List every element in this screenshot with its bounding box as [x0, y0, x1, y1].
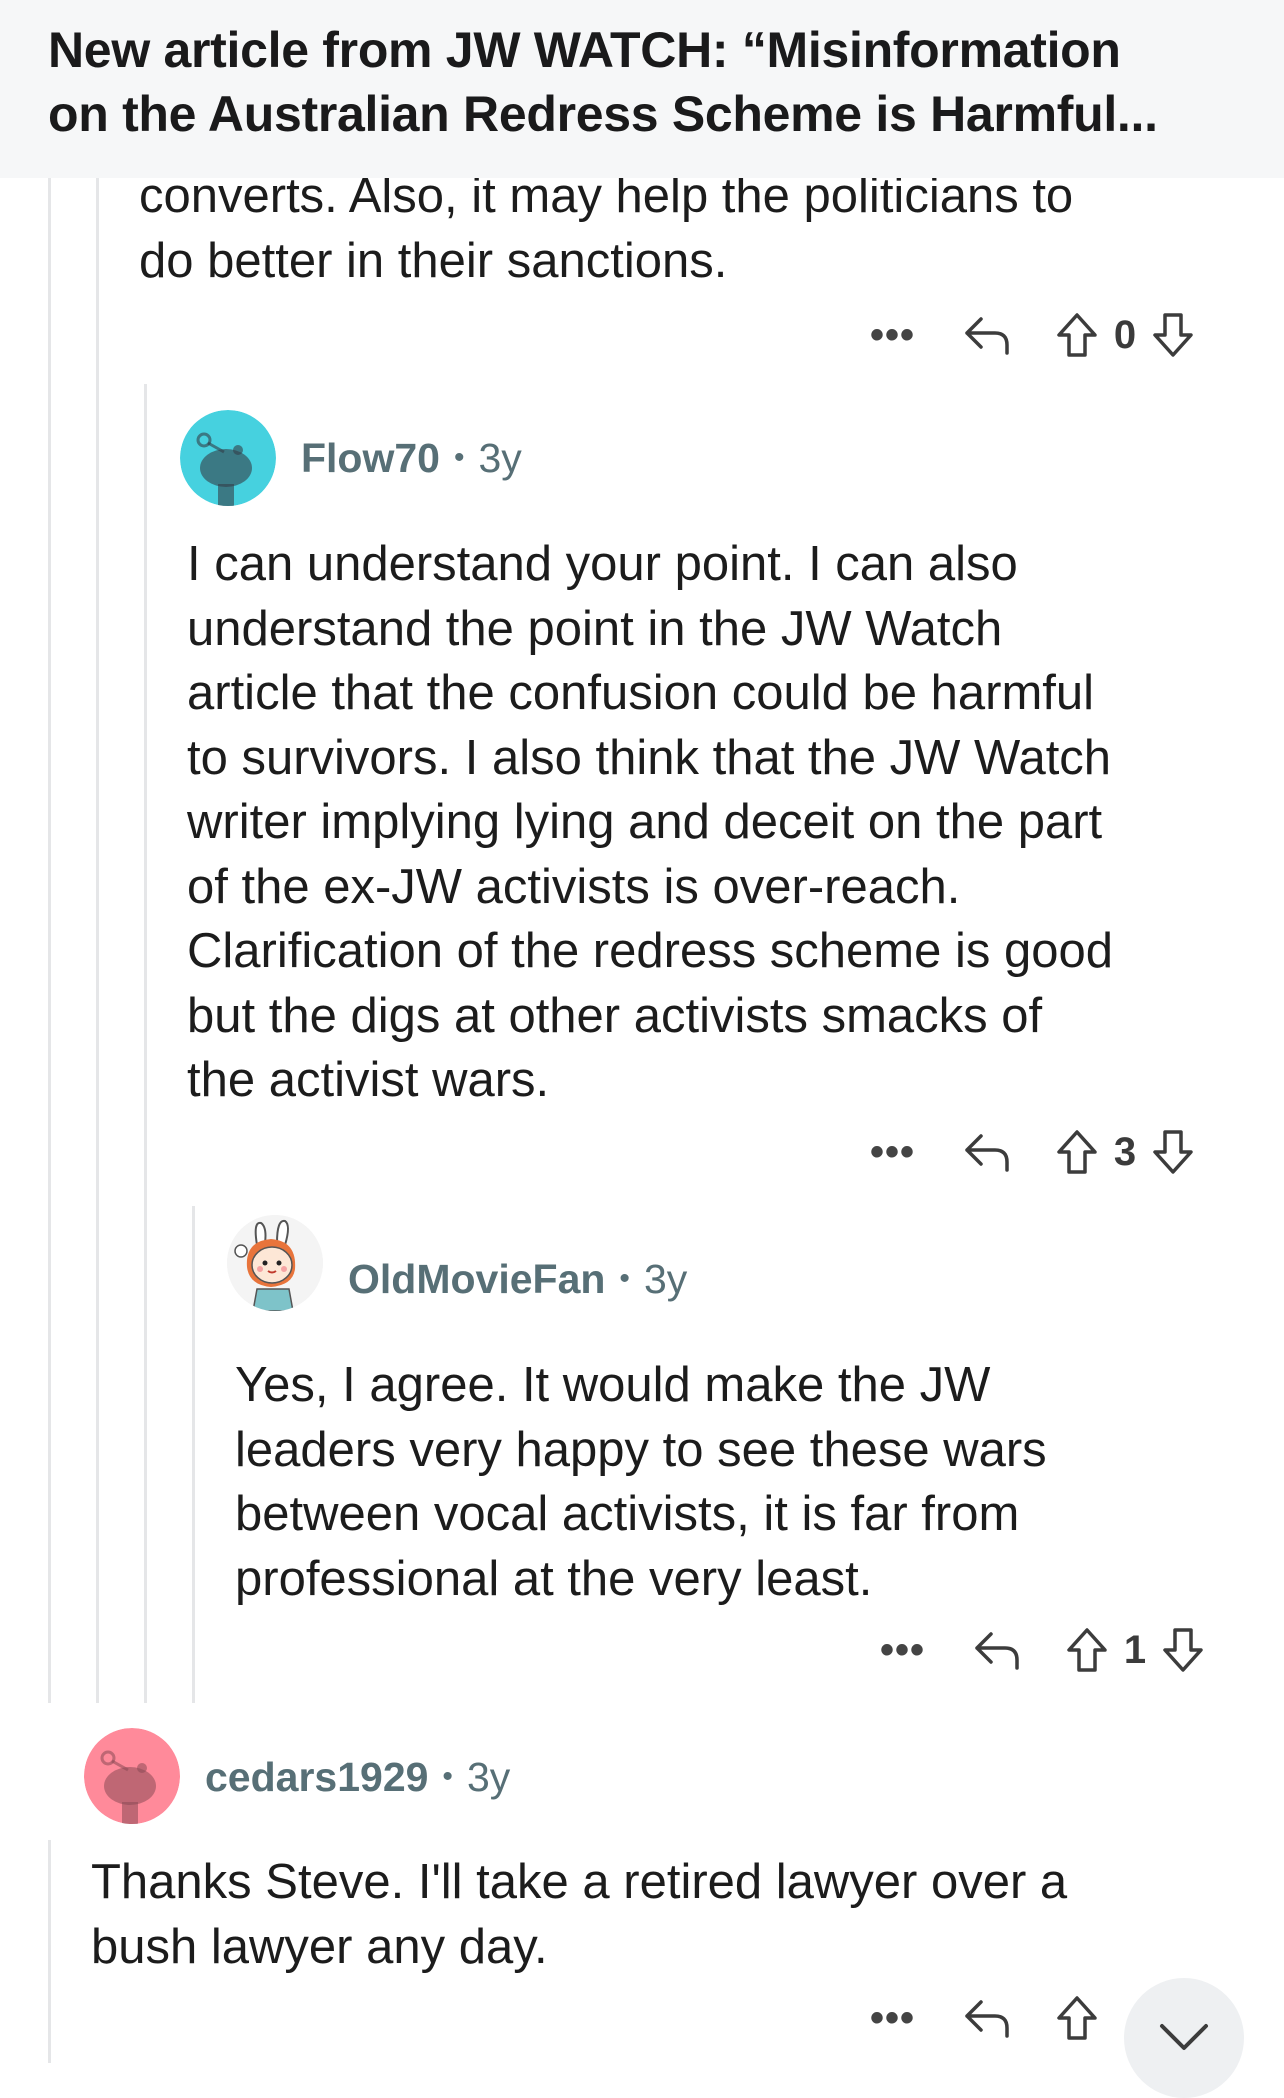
avatar[interactable]	[227, 1215, 323, 1311]
comment-age: 3y	[643, 1256, 688, 1302]
post-title-line-1: New article from JW WATCH: “Misinformati…	[48, 22, 1121, 78]
snoo-avatar-icon	[84, 1728, 180, 1824]
reply-arrow-icon[interactable]	[959, 1124, 1015, 1180]
comment-age: 3y	[478, 435, 522, 481]
upvote-arrow-icon[interactable]	[1049, 1990, 1105, 2046]
post-title-line-2: on the Australian Redress Scheme is Harm…	[48, 86, 1158, 142]
meta-separator: •	[619, 1262, 630, 1295]
avatar[interactable]	[180, 410, 276, 506]
comment-meta: OldMovieFan • 3y	[348, 1254, 687, 1304]
thread-line-depth-4[interactable]	[192, 1206, 195, 1703]
more-icon[interactable]: •••	[870, 1132, 915, 1172]
reply-arrow-icon[interactable]	[959, 307, 1015, 363]
username[interactable]: OldMovieFan	[348, 1254, 605, 1304]
comment-age: 3y	[466, 1754, 511, 1800]
reply-arrow-icon[interactable]	[959, 1990, 1015, 2046]
downvote-arrow-icon[interactable]	[1155, 1622, 1211, 1678]
comment-actions: ••• 1	[880, 1620, 1211, 1680]
chevron-down-icon	[1160, 2024, 1208, 2050]
downvote-arrow-icon[interactable]	[1145, 1124, 1201, 1180]
vote-score: 1	[1123, 1627, 1147, 1672]
more-icon[interactable]: •••	[880, 1630, 925, 1670]
more-icon[interactable]: •••	[870, 1998, 915, 2038]
username[interactable]: Flow70	[301, 433, 440, 483]
comment-meta: Flow70 • 3y	[301, 433, 522, 483]
downvote-arrow-icon[interactable]	[1145, 307, 1201, 363]
thread-line-depth-3[interactable]	[144, 384, 147, 1703]
vote-score: 0	[1113, 312, 1137, 357]
reply-arrow-icon[interactable]	[969, 1622, 1025, 1678]
thread-line-root[interactable]	[48, 1840, 51, 2063]
comment-body: converts. Also, it may help the politici…	[139, 169, 1074, 288]
more-icon[interactable]: •••	[870, 315, 915, 355]
post-title-header[interactable]: New article from JW WATCH: “Misinformati…	[0, 0, 1284, 178]
comment-actions: ••• 0	[870, 305, 1201, 365]
comment-actions: ••• 3	[870, 1122, 1201, 1182]
thread-line-depth-1[interactable]	[48, 178, 51, 1703]
thread-line-depth-2[interactable]	[96, 178, 99, 1703]
comment-meta: cedars1929 • 3y	[205, 1752, 510, 1802]
snoo-avatar-icon	[180, 410, 276, 506]
character-avatar-icon	[227, 1215, 323, 1311]
avatar[interactable]	[84, 1728, 180, 1824]
username[interactable]: cedars1929	[205, 1752, 428, 1802]
comment-body: Yes, I agree. It would make the JW leade…	[235, 1358, 1047, 1606]
comment-actions: •••	[870, 1988, 1105, 2048]
vote-score: 3	[1113, 1129, 1137, 1174]
upvote-arrow-icon[interactable]	[1049, 307, 1105, 363]
post-title: New article from JW WATCH: “Misinformati…	[48, 18, 1248, 146]
comment-body: I can understand your point. I can also …	[187, 537, 1113, 1107]
meta-separator: •	[453, 441, 465, 474]
scroll-down-button[interactable]	[1124, 1978, 1244, 2098]
meta-separator: •	[442, 1760, 453, 1793]
upvote-arrow-icon[interactable]	[1059, 1622, 1115, 1678]
upvote-arrow-icon[interactable]	[1049, 1124, 1105, 1180]
comment-body: Thanks Steve. I'll take a retired lawyer…	[91, 1855, 1068, 1974]
